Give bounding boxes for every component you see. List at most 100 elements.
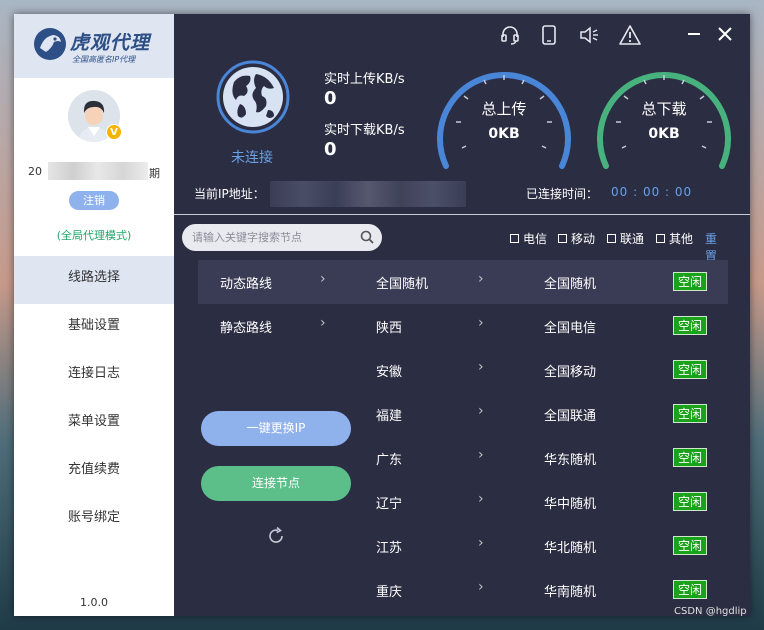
filter-unicom[interactable]: 联通 [607, 230, 644, 247]
proxy-mode-label[interactable]: (全局代理模式) [14, 227, 174, 243]
sidebar-item-basic-settings[interactable]: 基础设置 [14, 304, 174, 352]
province-item[interactable]: 江苏 › [338, 524, 506, 568]
filter-other[interactable]: 其他 [656, 230, 693, 247]
node-name: 全国随机 [544, 277, 597, 292]
chevron-right-icon: › [320, 315, 326, 331]
headset-support-icon[interactable] [499, 24, 521, 46]
province-item[interactable]: 重庆 › [338, 568, 506, 612]
node-status-badge: 空闲 [673, 272, 707, 291]
sidebar-item-recharge[interactable]: 充值续费 [14, 448, 174, 496]
logout-button[interactable]: 注销 [69, 191, 119, 210]
checkbox-icon[interactable] [607, 234, 616, 243]
node-item[interactable]: 全国随机 空闲 [506, 260, 728, 304]
close-icon[interactable] [715, 24, 735, 44]
chevron-right-icon: › [478, 403, 484, 419]
node-name: 华北随机 [544, 541, 597, 556]
refresh-icon[interactable] [266, 526, 286, 546]
chevron-right-icon: › [478, 271, 484, 287]
node-name: 全国电信 [544, 321, 597, 336]
version-label: 1.0.0 [80, 596, 108, 609]
download-speed-label: 实时下载KB/s [324, 123, 405, 138]
username-redaction [48, 162, 148, 180]
province-label: 福建 [376, 409, 403, 424]
connected-time-value: 00 : 00 : 00 [611, 185, 693, 199]
node-name: 全国移动 [544, 365, 597, 380]
total-upload-title: 总上传 [481, 100, 527, 118]
chevron-right-icon: › [478, 491, 484, 507]
app-window: 虎观代理 全国高匿名IP代理 V 20 期 注销 (全局代理模式) 线路选择 基… [14, 14, 750, 616]
province-item[interactable]: 全国随机 › [338, 260, 506, 304]
total-download-title: 总下载 [641, 100, 687, 118]
node-name: 华中随机 [544, 497, 597, 512]
checkbox-icon[interactable] [558, 234, 567, 243]
sidebar-item-connection-log[interactable]: 连接日志 [14, 352, 174, 400]
tiger-logo-icon [34, 28, 66, 60]
username-suffix: 期 [149, 167, 160, 180]
speaker-icon[interactable] [578, 24, 600, 46]
warning-icon[interactable] [619, 24, 641, 46]
sidebar-item-menu-settings[interactable]: 菜单设置 [14, 400, 174, 448]
change-ip-button[interactable]: 一键更换IP [201, 411, 351, 446]
username: 20 期 [28, 162, 160, 180]
main-panel: 未连接 实时上传KB/s 0 实时下载KB/s 0 总上传 0KB 总下载 0K… [174, 14, 750, 616]
search-box [182, 224, 382, 251]
chevron-right-icon: › [320, 271, 326, 287]
connected-time-label: 已连接时间： [526, 187, 599, 201]
total-download-value: 0KB [648, 126, 680, 142]
logo: 虎观代理 全国高匿名IP代理 [14, 14, 174, 78]
filter-telecom[interactable]: 电信 [510, 230, 547, 247]
globe-icon[interactable] [216, 60, 290, 134]
province-item[interactable]: 广东 › [338, 436, 506, 480]
province-label: 陕西 [376, 321, 403, 336]
checkbox-icon[interactable] [656, 234, 665, 243]
route-type-label: 动态路线 [220, 277, 273, 292]
logo-text: 虎观代理 [70, 32, 151, 54]
total-download-gauge: 总下载 0KB [592, 62, 736, 170]
node-status-badge: 空闲 [673, 316, 707, 335]
province-label: 安徽 [376, 365, 403, 380]
vip-badge: V [106, 124, 122, 140]
node-item[interactable]: 华东随机 空闲 [506, 436, 728, 480]
node-item[interactable]: 华北随机 空闲 [506, 524, 728, 568]
node-status-badge: 空闲 [673, 404, 707, 423]
search-icon[interactable] [360, 230, 374, 244]
node-status-badge: 空闲 [673, 360, 707, 379]
province-item[interactable]: 安徽 › [338, 348, 506, 392]
sidebar-item-account-binding[interactable]: 账号绑定 [14, 496, 174, 544]
node-item[interactable]: 全国电信 空闲 [506, 304, 728, 348]
province-item[interactable]: 陕西 › [338, 304, 506, 348]
province-label: 辽宁 [376, 497, 403, 512]
upload-speed-label: 实时上传KB/s [324, 72, 405, 87]
chevron-right-icon: › [478, 447, 484, 463]
checkbox-icon[interactable] [510, 234, 519, 243]
minimize-icon[interactable] [684, 24, 704, 44]
node-item[interactable]: 全国移动 空闲 [506, 348, 728, 392]
chevron-right-icon: › [478, 579, 484, 595]
filter-other-label: 其他 [669, 232, 694, 246]
node-item[interactable]: 华中随机 空闲 [506, 480, 728, 524]
chevron-right-icon: › [478, 315, 484, 331]
route-type-static[interactable]: 静态路线 › [198, 304, 338, 348]
province-item[interactable]: 辽宁 › [338, 480, 506, 524]
province-label: 重庆 [376, 585, 403, 600]
search-input[interactable] [192, 224, 352, 251]
divider [174, 214, 750, 215]
node-item[interactable]: 全国联通 空闲 [506, 392, 728, 436]
username-prefix: 20 [28, 165, 42, 178]
route-type-dynamic[interactable]: 动态路线 › [198, 260, 338, 304]
chevron-right-icon: › [478, 359, 484, 375]
node-name: 华南随机 [544, 585, 597, 600]
mobile-phone-icon[interactable] [538, 24, 560, 46]
province-label: 江苏 [376, 541, 403, 556]
sidebar: 虎观代理 全国高匿名IP代理 V 20 期 注销 (全局代理模式) 线路选择 基… [14, 14, 174, 616]
sidebar-item-route-select[interactable]: 线路选择 [14, 256, 174, 304]
filter-mobile[interactable]: 移动 [558, 230, 595, 247]
filter-mobile-label: 移动 [571, 232, 596, 246]
filter-telecom-label: 电信 [523, 232, 548, 246]
province-item[interactable]: 福建 › [338, 392, 506, 436]
connection-status: 未连接 [231, 150, 273, 166]
filter-unicom-label: 联通 [620, 232, 645, 246]
connect-node-button[interactable]: 连接节点 [201, 466, 351, 501]
reset-link[interactable]: 重置 [705, 230, 717, 264]
node-status-badge: 空闲 [673, 448, 707, 467]
